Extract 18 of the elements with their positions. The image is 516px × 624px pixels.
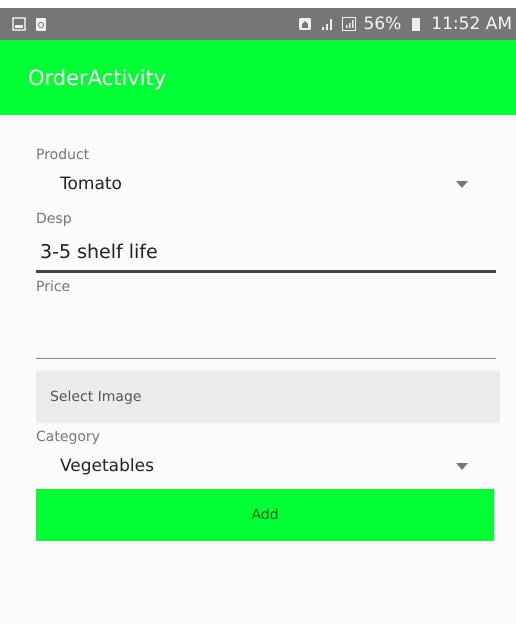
clock: 11:52 AM bbox=[431, 14, 512, 34]
image-icon bbox=[12, 17, 26, 31]
field-label: Category bbox=[36, 429, 101, 445]
field-label: Price bbox=[36, 279, 72, 295]
battery-percent: 56% bbox=[364, 14, 402, 34]
app-title: OrderActivity bbox=[28, 66, 166, 90]
dropdown[interactable]: Vegetables bbox=[36, 445, 496, 487]
signal-icon bbox=[342, 17, 356, 31]
caret-icon bbox=[456, 462, 468, 470]
field-label: Desp bbox=[36, 211, 73, 227]
home-icon bbox=[298, 17, 312, 31]
input-field[interactable]: 3-5 shelf life bbox=[36, 233, 496, 273]
signal-icon bbox=[320, 17, 334, 31]
select-image-button[interactable]: Select Image bbox=[36, 371, 500, 423]
field-label: Product bbox=[36, 147, 90, 163]
add-button[interactable]: Add bbox=[36, 489, 494, 541]
caret-icon bbox=[456, 180, 468, 188]
dropdown[interactable]: Tomato bbox=[36, 163, 496, 205]
